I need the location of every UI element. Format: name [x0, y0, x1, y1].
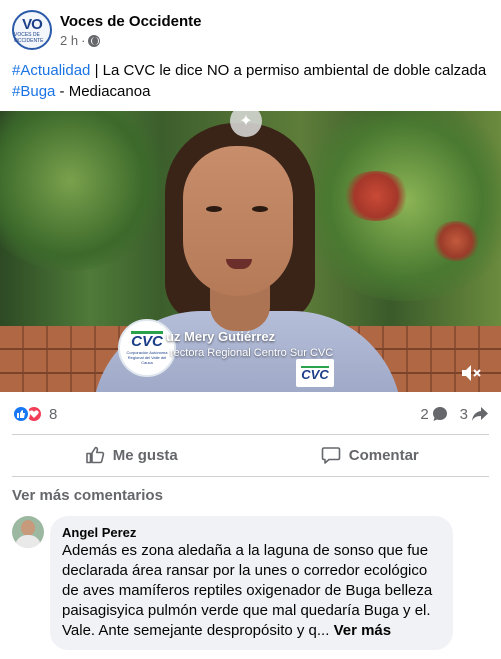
- divider-bottom: [12, 476, 489, 477]
- comment-button[interactable]: Comentar: [251, 436, 490, 474]
- comment-text: Además es zona aledaña a la laguna de so…: [62, 541, 441, 641]
- shirt-logo-text: CVC: [301, 365, 329, 382]
- share-count-value: 3: [459, 405, 468, 423]
- actions-row: Me gusta Comentar: [12, 436, 489, 474]
- comment-item: Angel Perez Además es zona aledaña a la …: [12, 516, 453, 650]
- post-text-part1: | La CVC le dice NO a permiso ambiental …: [90, 62, 487, 79]
- page-name[interactable]: Voces de Occidente: [60, 12, 201, 31]
- background-flowers-small: [431, 221, 481, 261]
- comment-icon: [321, 447, 341, 464]
- speaker-muted-icon[interactable]: [459, 361, 483, 385]
- post-time[interactable]: 2 h: [60, 33, 78, 48]
- avatar-head: [21, 520, 35, 536]
- speaker-face: [183, 146, 293, 296]
- divider-top: [12, 434, 489, 435]
- globe-icon[interactable]: [88, 34, 101, 47]
- background-foliage-left: [0, 111, 170, 271]
- comment-author[interactable]: Angel Perez: [62, 524, 441, 541]
- speaker-eye-left: [206, 206, 222, 212]
- reactions-row: 8 2 3: [12, 400, 489, 428]
- speaker-eye-right: [252, 206, 268, 212]
- lower-third-title: rectora Regional Centro Sur CVC: [170, 347, 334, 359]
- share-arrow-icon: [472, 407, 488, 421]
- comment-bubble: Angel Perez Además es zona aledaña a la …: [50, 516, 453, 650]
- post-meta: 2 h ·: [60, 33, 201, 48]
- post-stats: 2 3: [408, 406, 489, 423]
- comment-count[interactable]: 2: [420, 406, 447, 423]
- thumbs-up-icon: [85, 446, 104, 464]
- post-text: #Actualidad | La CVC le dice NO a permis…: [12, 60, 492, 102]
- see-more-link[interactable]: Ver más: [334, 622, 392, 639]
- cvc-logo-subtext: Corporación Autónoma Regional del Valle …: [126, 350, 168, 365]
- meta-separator: ·: [81, 33, 86, 48]
- header-text: Voces de Occidente 2 h ·: [60, 12, 201, 48]
- lower-third-name: uz Mery Gutiérrez: [166, 329, 276, 344]
- shirt-logo: CVC: [296, 359, 334, 387]
- avatar-logo-subtext: VOCES DE OCCIDENTE: [14, 31, 44, 44]
- cvc-logo-text: CVC: [131, 331, 163, 350]
- comment-bubble-icon: [432, 407, 447, 421]
- video-player[interactable]: ✦ CVC Corporación Autónoma Regional del …: [0, 111, 501, 392]
- like-button-label: Me gusta: [112, 446, 178, 464]
- reactions-summary[interactable]: 8: [12, 405, 57, 423]
- share-count[interactable]: 3: [460, 406, 489, 423]
- background-flowers: [341, 171, 411, 221]
- comment-count-value: 2: [420, 405, 429, 423]
- hashtag-buga[interactable]: #Buga: [12, 83, 55, 100]
- avatar-logo-text: VO: [22, 15, 43, 33]
- comment-button-label: Comentar: [348, 446, 419, 464]
- avatar-body: [15, 535, 41, 548]
- reaction-count: 8: [49, 405, 58, 423]
- post-header: VO VOCES DE OCCIDENTE Voces de Occidente…: [12, 10, 201, 50]
- hashtag-actualidad[interactable]: #Actualidad: [12, 62, 90, 79]
- page-avatar[interactable]: VO VOCES DE OCCIDENTE: [12, 10, 52, 50]
- speaker-muted-svg: [462, 365, 481, 381]
- post-text-part2: - Mediacanoa: [55, 83, 151, 100]
- avatar[interactable]: [12, 516, 44, 548]
- cvc-logo: CVC Corporación Autónoma Regional del Va…: [118, 319, 176, 377]
- like-button[interactable]: Me gusta: [12, 436, 251, 474]
- like-reaction-icon: [12, 405, 30, 423]
- view-more-comments-link[interactable]: Ver más comentarios: [12, 487, 163, 504]
